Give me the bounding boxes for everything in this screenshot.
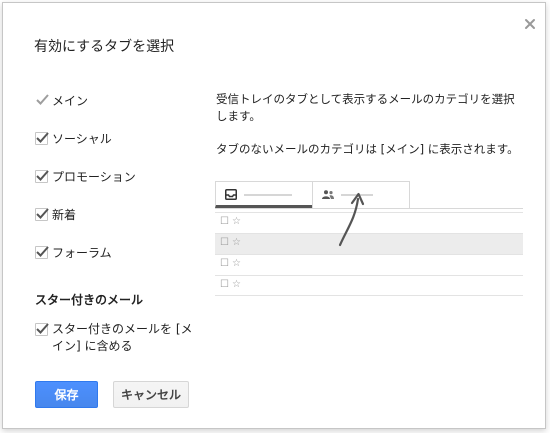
category-label-primary: メイン <box>52 93 89 108</box>
checkbox-primary <box>35 93 49 107</box>
checkmark-icon <box>36 323 49 334</box>
checkmark-icon <box>36 131 49 143</box>
category-primary: メイン <box>35 91 88 109</box>
inbox-icon <box>225 189 237 200</box>
tab-settings-dialog: 有効にするタブを選択 メイン ソーシャル プロモーション 新着 フォーラム スタ… <box>2 2 546 429</box>
checkbox-promotions[interactable] <box>35 169 49 183</box>
starred-option-label[interactable]: スター付きのメールを [メイン] に含める <box>52 321 195 355</box>
preview-row: ☐☆ <box>215 254 523 275</box>
category-forums[interactable]: フォーラム <box>35 243 112 261</box>
close-icon[interactable] <box>523 16 537 30</box>
checkmark-icon <box>36 93 49 105</box>
description-note: タブのないメールのカテゴリは [メイン] に表示されます。 <box>216 142 519 156</box>
category-updates[interactable]: 新着 <box>35 205 76 223</box>
cancel-button[interactable]: キャンセル <box>113 381 189 408</box>
save-button[interactable]: 保存 <box>35 381 98 408</box>
category-label-updates[interactable]: 新着 <box>52 206 76 223</box>
checkmark-icon <box>36 169 49 181</box>
checkbox-star-glyphs: ☐☆ <box>220 237 244 248</box>
starred-option[interactable]: スター付きのメールを [メイン] に含める <box>35 321 195 355</box>
preview-row: ☐☆ <box>215 275 523 296</box>
description-text: 受信トレイのタブとして表示するメールのカテゴリを選択します。 <box>216 92 515 123</box>
checkmark-icon <box>36 207 49 219</box>
checkbox-star-glyphs: ☐☆ <box>220 216 244 227</box>
curved-arrow-icon <box>338 192 365 247</box>
checkbox-social[interactable] <box>35 131 49 145</box>
preview-tab-primary <box>215 181 313 208</box>
inbox-preview: ☐☆ ☐☆ ☐☆ ☐☆ <box>215 181 523 306</box>
category-label-social[interactable]: ソーシャル <box>52 130 112 147</box>
checkbox-star-glyphs: ☐☆ <box>220 258 244 269</box>
checkbox-include-starred[interactable] <box>35 323 49 336</box>
checkmark-icon <box>36 245 49 257</box>
checkbox-updates[interactable] <box>35 207 49 221</box>
starred-section-title: スター付きのメール <box>35 293 144 307</box>
checkbox-forums[interactable] <box>35 245 49 259</box>
dialog-title: 有効にするタブを選択 <box>34 39 175 55</box>
category-social[interactable]: ソーシャル <box>35 129 112 147</box>
category-label-forums[interactable]: フォーラム <box>52 244 112 261</box>
checkbox-star-glyphs: ☐☆ <box>220 279 244 290</box>
category-promotions[interactable]: プロモーション <box>35 167 136 185</box>
tab-placeholder-line <box>244 194 292 196</box>
category-label-promotions[interactable]: プロモーション <box>52 168 136 185</box>
